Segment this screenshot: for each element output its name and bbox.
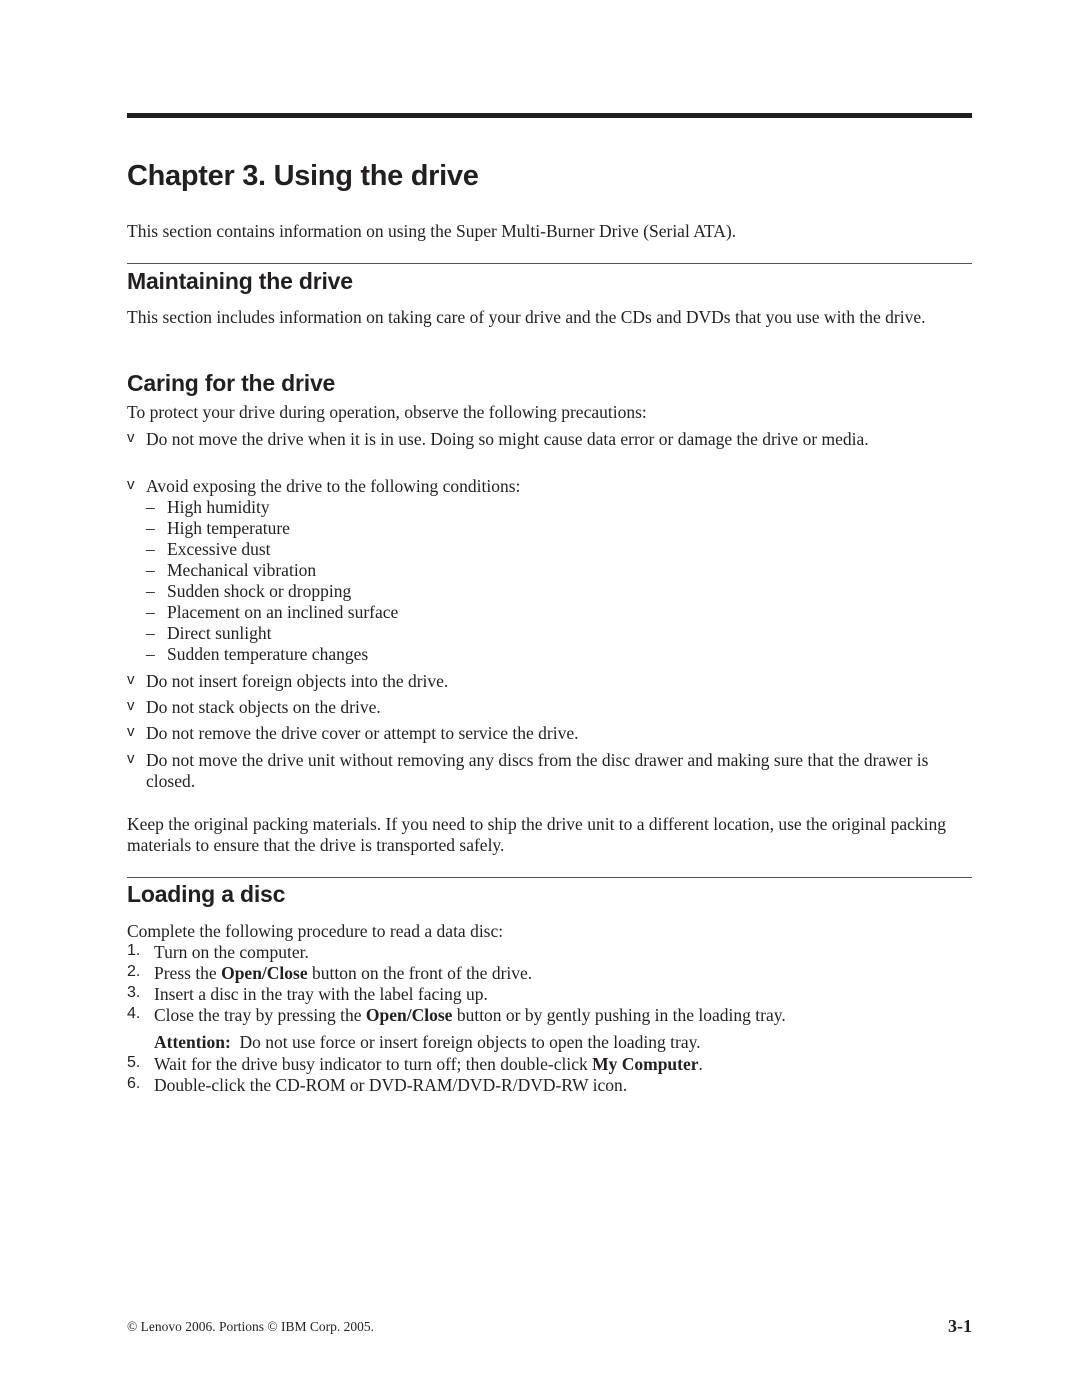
bullet-marker: v [127, 671, 135, 688]
step-text: Press the [154, 963, 222, 983]
step-text: button on the front of the drive. [307, 963, 533, 983]
precaution-text: Do not remove the drive cover or attempt… [146, 723, 579, 743]
precaution-text: Do not insert foreign objects into the d… [146, 671, 449, 691]
precaution-text: Avoid exposing the drive to the followin… [146, 476, 521, 496]
caring-closing: Keep the original packing materials. If … [127, 814, 972, 856]
bullet-marker: v [127, 697, 135, 714]
bullet-marker: v [127, 723, 135, 740]
loading-intro: Complete the following procedure to read… [127, 921, 972, 942]
caring-closing-text: Keep the original packing materials. If … [127, 814, 947, 855]
section-rule [127, 877, 972, 878]
section-rule [127, 263, 972, 264]
precaution-text: Do not stack objects on the drive. [146, 697, 381, 717]
step-bold: Open/Close [221, 963, 308, 983]
dash-marker: – [146, 623, 155, 643]
condition-text: Sudden shock or dropping [167, 581, 352, 601]
loading-intro-text: Complete the following procedure to read… [127, 921, 504, 941]
step-number: 6. [127, 1075, 141, 1092]
condition-item: – High humidity [146, 497, 270, 518]
caring-intro: To protect your drive during operation, … [127, 402, 972, 423]
condition-text: Direct sunlight [167, 623, 272, 643]
dash-marker: – [146, 560, 155, 580]
step-text: Double-click the CD-ROM or DVD-RAM/DVD-R… [154, 1075, 628, 1095]
bullet-marker: v [127, 476, 135, 493]
chapter-intro: This section contains information on usi… [127, 221, 972, 242]
chapter-title: Chapter 3. Using the drive [127, 160, 479, 192]
condition-item: – Mechanical vibration [146, 560, 316, 581]
procedure-step: 1. Turn on the computer. [127, 942, 972, 963]
step-text: Turn on the computer. [154, 942, 309, 962]
procedure-step: 3. Insert a disc in the tray with the la… [127, 984, 972, 1005]
bullet-marker: v [127, 429, 135, 446]
step-bold: Open/Close [365, 1005, 453, 1025]
heading-loading: Loading a disc [127, 881, 286, 907]
step-text: Wait for the drive busy indicator to tur… [154, 1054, 593, 1074]
attention-label: Attention: [154, 1032, 231, 1052]
dash-marker: – [146, 518, 155, 538]
step-number: 3. [127, 984, 141, 1001]
precaution-item: v Do not stack objects on the drive. [127, 697, 972, 718]
step-number: 2. [127, 963, 141, 980]
step-text: Close the tray by pressing the [154, 1005, 366, 1025]
precaution-item: v Do not move the drive unit without rem… [127, 750, 972, 792]
condition-text: High temperature [167, 518, 290, 538]
heading-maintaining: Maintaining the drive [127, 268, 353, 294]
precaution-text: Do not move the drive unit without remov… [146, 750, 929, 791]
attention-note: Attention: Do not use force or insert fo… [127, 1032, 972, 1053]
condition-text: Placement on an inclined surface [167, 602, 399, 622]
chapter-top-rule [127, 113, 972, 118]
heading-caring: Caring for the drive [127, 370, 336, 396]
procedure-step: 5. Wait for the drive busy indicator to … [127, 1054, 972, 1075]
maintaining-body-text: This section includes information on tak… [127, 307, 926, 327]
condition-text: Mechanical vibration [167, 560, 317, 580]
step-number: 5. [127, 1054, 141, 1071]
condition-item: – Sudden shock or dropping [146, 581, 351, 602]
condition-text: High humidity [167, 497, 270, 517]
step-text: button or by gently pushing in the loadi… [452, 1005, 786, 1025]
page-number: 3-1 [948, 1316, 972, 1336]
condition-item: – Direct sunlight [146, 623, 272, 644]
precaution-text: Do not move the drive when it is in use.… [146, 429, 869, 449]
caring-intro-text: To protect your drive during operation, … [127, 402, 647, 422]
maintaining-body: This section includes information on tak… [127, 307, 972, 328]
precaution-item: v Do not remove the drive cover or attem… [127, 723, 972, 744]
condition-item: – High temperature [146, 518, 290, 539]
step-number: 1. [127, 942, 141, 959]
procedure-step: 6. Double-click the CD-ROM or DVD-RAM/DV… [127, 1075, 972, 1096]
step-text: Insert a disc in the tray with the label… [154, 984, 488, 1004]
step-text: . [698, 1054, 703, 1074]
procedure-step: 2. Press the Open/Close button on the fr… [127, 963, 972, 984]
condition-text: Excessive dust [167, 539, 271, 559]
step-number: 4. [127, 1005, 141, 1022]
dash-marker: – [146, 497, 155, 517]
condition-item: – Placement on an inclined surface [146, 602, 398, 623]
dash-marker: – [146, 581, 155, 601]
bullet-marker: v [127, 750, 135, 767]
condition-item: – Excessive dust [146, 539, 271, 560]
footer-copyright: © Lenovo 2006. Portions © IBM Corp. 2005… [127, 1319, 375, 1334]
dash-marker: – [146, 602, 155, 622]
step-bold: My Computer [592, 1054, 699, 1074]
dash-marker: – [146, 644, 155, 664]
condition-item: – Sudden temperature changes [146, 644, 368, 665]
attention-text: Do not use force or insert foreign objec… [239, 1032, 701, 1052]
precaution-item: v Do not insert foreign objects into the… [127, 671, 972, 692]
condition-text: Sudden temperature changes [167, 644, 369, 664]
precaution-item: v Avoid exposing the drive to the follow… [127, 476, 972, 497]
dash-marker: – [146, 539, 155, 559]
chapter-intro-text: This section contains information on usi… [127, 221, 737, 241]
precaution-item: v Do not move the drive when it is in us… [127, 429, 972, 450]
procedure-step: 4. Close the tray by pressing the Open/C… [127, 1005, 972, 1026]
